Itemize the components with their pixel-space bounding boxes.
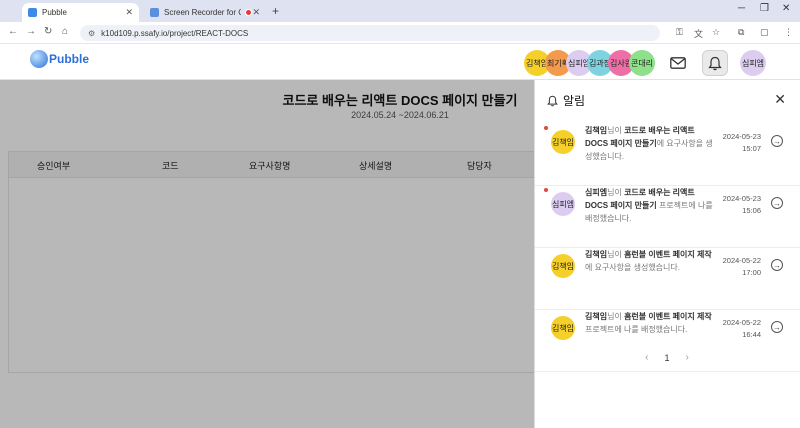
notification-text: 김책임님이 홈런볼 이벤트 페이지 제작 프로젝트에 나를 배정했습니다. xyxy=(585,310,713,336)
notification-item[interactable]: 김책임 김책임님이 코드로 배우는 리액트 DOCS 페이지 만들기에 요구사항을… xyxy=(535,124,800,186)
user-name: 심피엠 xyxy=(741,58,765,68)
logo-ball-icon xyxy=(30,50,48,68)
bell-icon xyxy=(547,95,558,106)
notification-datetime: 2024-05-23 15:07 xyxy=(715,131,761,155)
back-icon[interactable]: ← xyxy=(8,26,18,37)
notification-text: 심피엠님이 코드로 배우는 리액트 DOCS 페이지 만들기 프로젝트에 나를 … xyxy=(585,186,713,225)
window-close-icon[interactable]: ✕ xyxy=(782,3,790,14)
address-bar[interactable]: ⚙ k10d109.p.ssafy.io/project/REACT-DOCS xyxy=(80,25,660,41)
arrow-right-icon[interactable]: → xyxy=(771,259,783,271)
notification-datetime: 2024-05-23 15:06 xyxy=(715,193,761,217)
notification-actor: 김책임 xyxy=(585,126,608,135)
notification-datetime: 2024-05-22 16:44 xyxy=(715,317,761,341)
password-key-icon[interactable]: ⚿ xyxy=(676,27,683,38)
notification-panel: 알림 ✕ 김책임 김책임님이 코드로 배우는 리액트 DOCS 페이지 만들기에 … xyxy=(534,80,800,428)
avatar-name: 김책임 xyxy=(551,323,575,333)
panel-title: 알림 xyxy=(563,94,586,108)
close-icon[interactable]: ✕ xyxy=(774,91,786,108)
tab-title: Screen Recorder for Goog xyxy=(164,8,242,17)
translate-icon[interactable]: 文 xyxy=(694,27,703,40)
new-tab-button[interactable]: + xyxy=(272,4,279,18)
pubble-favicon xyxy=(28,8,37,17)
forward-icon[interactable]: → xyxy=(26,26,36,37)
notification-project: 홈런볼 이벤트 페이지 제작 xyxy=(624,250,712,259)
notification-date: 2024-05-23 xyxy=(722,194,761,203)
site-info-icon[interactable]: ⚙ xyxy=(88,29,95,38)
notification-avatar: 심피엠 xyxy=(551,192,575,216)
tab-pubble[interactable]: Pubble ✕ xyxy=(22,3,139,22)
notification-datetime: 2024-05-22 17:00 xyxy=(715,255,761,279)
browser-toolbar: ← → ↻ ⌂ ⚙ k10d109.p.ssafy.io/project/REA… xyxy=(0,22,800,44)
panel-header: 알림 xyxy=(547,92,585,109)
page-number[interactable]: 1 xyxy=(664,353,669,363)
browser-tab-strip: Pubble ✕ Screen Recorder for Goog ✕ + ─ … xyxy=(0,0,800,22)
extensions-icon[interactable]: ⧉ xyxy=(738,27,744,38)
notification-bell-button[interactable] xyxy=(702,50,728,76)
notification-suffix: 님이 xyxy=(607,126,622,135)
notification-avatar: 김책임 xyxy=(551,316,575,340)
notification-suffix: 님이 xyxy=(607,250,622,259)
bookmark-star-icon[interactable]: ☆ xyxy=(712,27,720,38)
notification-date: 2024-05-22 xyxy=(722,318,761,327)
tab-close-icon[interactable]: ✕ xyxy=(125,7,133,18)
modal-backdrop[interactable] xyxy=(0,80,534,428)
url-text: k10d109.p.ssafy.io/project/REACT-DOCS xyxy=(101,28,249,38)
pagination: ‹ 1 › xyxy=(534,352,800,363)
logo-text: Pubble xyxy=(49,52,90,66)
notification-item[interactable]: 심피엠 심피엠님이 코드로 배우는 리액트 DOCS 페이지 만들기 프로젝트에 … xyxy=(535,186,800,248)
notification-time: 16:44 xyxy=(742,330,761,339)
prev-page-icon[interactable]: ‹ xyxy=(645,352,648,363)
mail-button[interactable] xyxy=(665,50,691,76)
member-name: 콘대리 xyxy=(630,58,654,68)
maximize-icon[interactable]: ❐ xyxy=(760,3,769,14)
notification-time: 15:07 xyxy=(742,144,761,153)
bell-icon xyxy=(708,56,722,70)
profile-icon[interactable]: ▢ xyxy=(760,27,769,38)
notification-date: 2024-05-22 xyxy=(722,256,761,265)
avatar-name: 김책임 xyxy=(551,261,575,271)
notification-text: 김책임님이 코드로 배우는 리액트 DOCS 페이지 만들기에 요구사항을 생성… xyxy=(585,124,713,163)
minimize-icon[interactable]: ─ xyxy=(738,3,745,14)
notification-avatar: 김책임 xyxy=(551,130,575,154)
notification-text: 김책임님이 홈런볼 이벤트 페이지 제작에 요구사항을 생성했습니다. xyxy=(585,248,713,274)
notification-actor: 김책임 xyxy=(585,250,608,259)
notification-message: 프로젝트에 나를 배정했습니다. xyxy=(585,325,688,334)
member-avatar[interactable]: 콘대리 xyxy=(629,50,655,76)
tab-screen-recorder[interactable]: Screen Recorder for Goog ✕ xyxy=(144,3,266,22)
notification-actor: 심피엠 xyxy=(585,188,608,197)
tab-close-icon[interactable]: ✕ xyxy=(252,7,260,18)
user-avatar[interactable]: 심피엠 xyxy=(740,50,766,76)
notification-project: 홈런볼 이벤트 페이지 제작 xyxy=(624,312,712,321)
notification-suffix: 님이 xyxy=(607,188,622,197)
arrow-right-icon[interactable]: → xyxy=(771,135,783,147)
avatar-name: 심피엠 xyxy=(551,199,575,209)
arrow-right-icon[interactable]: → xyxy=(771,197,783,209)
pubble-logo[interactable]: Pubble xyxy=(30,50,89,68)
arrow-right-icon[interactable]: → xyxy=(771,321,783,333)
next-page-icon[interactable]: › xyxy=(686,352,689,363)
unread-dot xyxy=(544,188,548,192)
notification-actor: 김책임 xyxy=(585,312,608,321)
notification-date: 2024-05-23 xyxy=(722,132,761,141)
unread-dot xyxy=(544,126,548,130)
notification-avatar: 김책임 xyxy=(551,254,575,278)
recorder-favicon xyxy=(150,8,159,17)
tab-title: Pubble xyxy=(42,8,67,17)
reload-icon[interactable]: ↻ xyxy=(44,26,52,37)
home-icon[interactable]: ⌂ xyxy=(62,26,68,37)
notification-time: 15:06 xyxy=(742,206,761,215)
avatar-name: 김책임 xyxy=(551,137,575,147)
notification-suffix: 님이 xyxy=(607,312,622,321)
menu-icon[interactable]: ⋮ xyxy=(784,27,793,38)
recording-icon xyxy=(245,9,253,16)
notification-message: 에 요구사항을 생성했습니다. xyxy=(585,263,680,272)
notification-time: 17:00 xyxy=(742,268,761,277)
notification-item[interactable]: 김책임 김책임님이 홈런볼 이벤트 페이지 제작에 요구사항을 생성했습니다. 20… xyxy=(535,248,800,310)
mail-icon xyxy=(670,57,686,69)
